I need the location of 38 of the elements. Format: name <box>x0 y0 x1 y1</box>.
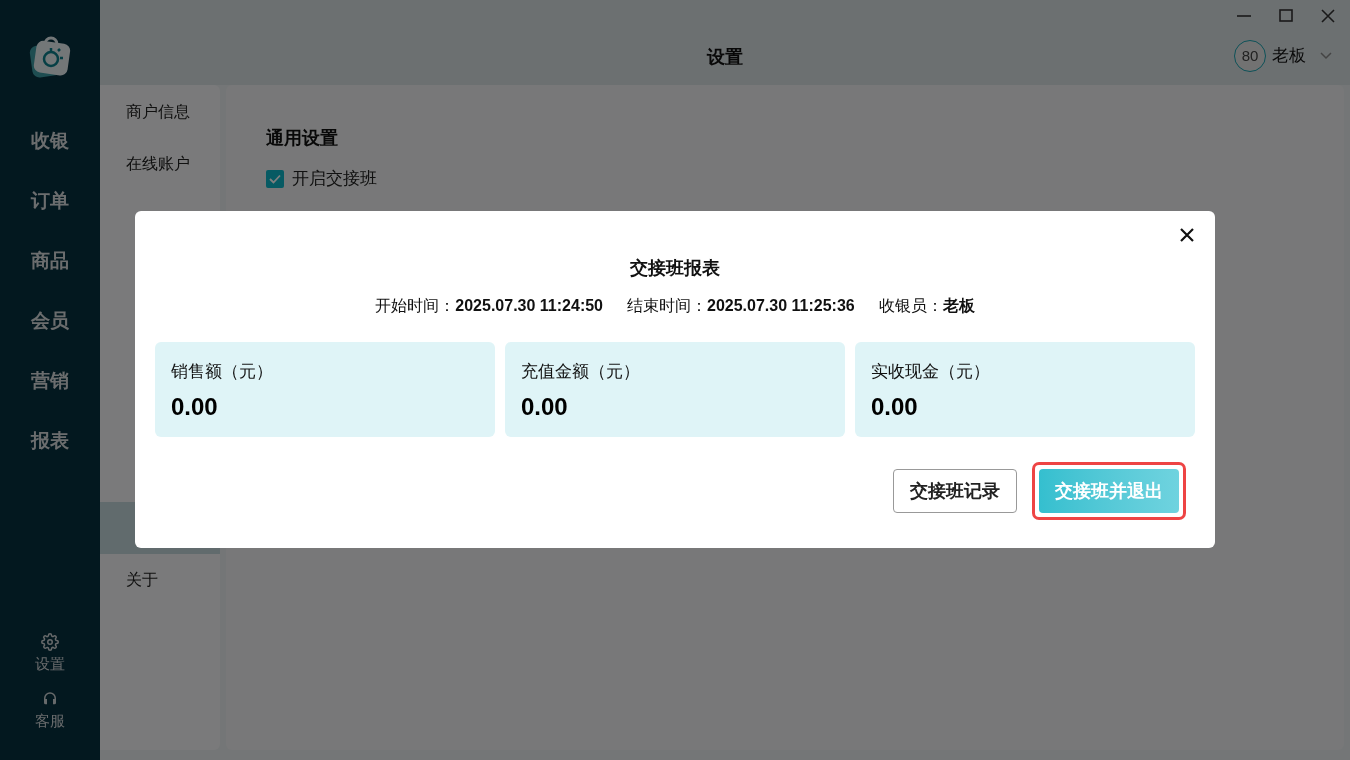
stat-value: 0.00 <box>171 391 219 422</box>
chevron-down-icon <box>1320 52 1332 60</box>
meta-label: 收银员： <box>878 296 943 316</box>
meta-value: 2025.07.30 11:25:36 <box>707 296 855 316</box>
settings-menu-item[interactable]: 商户信息 <box>100 86 220 138</box>
nav-item[interactable]: 订单 <box>31 188 69 214</box>
user-menu[interactable]: 80 老板 <box>1234 40 1332 72</box>
nav-item[interactable]: 报表 <box>31 428 69 454</box>
logo-icon <box>29 34 71 78</box>
nav-item[interactable]: 营销 <box>31 368 69 394</box>
stat-value: 0.00 <box>871 391 919 422</box>
meta-label: 开始时间： <box>375 296 456 316</box>
stat-label: 充值金额（元） <box>521 361 641 383</box>
stat-label: 销售额（元） <box>171 361 274 383</box>
settings-icon <box>41 633 59 651</box>
nav-bottom-item[interactable]: 客服 <box>35 689 65 732</box>
stat-value: 0.00 <box>521 391 569 422</box>
nav-item[interactable]: 会员 <box>31 308 69 334</box>
checkbox-label: 开启交接班 <box>292 168 377 190</box>
nav-item[interactable]: 收银 <box>31 128 69 154</box>
meta-value: 2025.07.30 11:24:50 <box>455 296 603 316</box>
stat-label: 实收现金（元） <box>871 361 991 383</box>
nav-bottom-item[interactable]: 设置 <box>35 633 65 676</box>
settings-menu-item[interactable]: 关于 <box>100 554 220 606</box>
user-avatar: 80 <box>1234 40 1266 72</box>
page-title: 设置 <box>707 46 743 69</box>
section-title: 通用设置 <box>266 127 339 150</box>
checkmark-icon <box>269 173 281 184</box>
meta-value: 老板 <box>942 296 975 316</box>
settings-menu-item[interactable]: 在线账户 <box>100 138 220 190</box>
dialog-button[interactable]: 交接班记录 <box>893 469 1017 513</box>
close-icon[interactable] <box>1179 227 1195 243</box>
user-name: 老板 <box>1272 45 1306 68</box>
dialog-button[interactable]: 交接班并退出 <box>1039 469 1179 513</box>
dialog-title: 交接班报表 <box>629 257 721 280</box>
meta-label: 结束时间： <box>627 296 707 316</box>
nav-item[interactable]: 商品 <box>31 248 69 274</box>
checkbox[interactable] <box>266 169 284 188</box>
